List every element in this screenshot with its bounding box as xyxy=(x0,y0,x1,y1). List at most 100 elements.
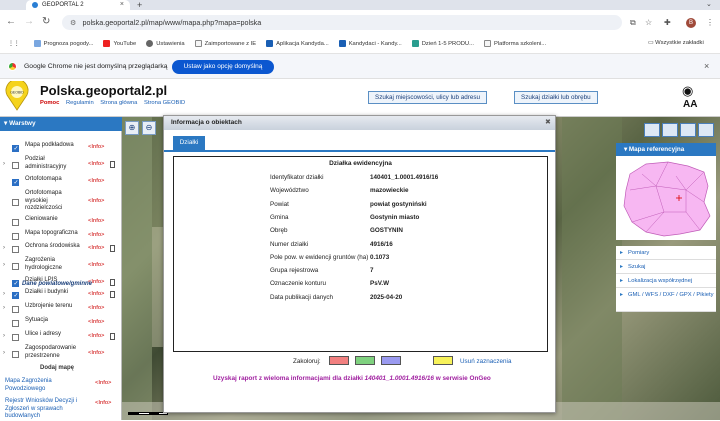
legend-doc-icon[interactable] xyxy=(110,245,115,252)
address-bar[interactable]: ⚙ polska.geoportal2.pl/map/www/mapa.php?… xyxy=(62,15,622,30)
back-icon[interactable]: ← xyxy=(6,16,16,27)
reference-map-header[interactable]: ▾ Mapa referencyjna xyxy=(616,143,716,156)
legend-doc-icon[interactable] xyxy=(110,279,115,286)
layer-checkbox[interactable] xyxy=(12,351,19,358)
tab-search-icon[interactable]: ⌄ xyxy=(706,0,712,8)
accordion-search[interactable]: Szukaj xyxy=(616,260,716,274)
info-link[interactable]: <Info> xyxy=(88,291,104,297)
install-app-icon[interactable]: ⧉ xyxy=(630,18,636,28)
info-link[interactable]: <Info> xyxy=(88,161,104,167)
bookmark-item[interactable]: Aplikacja Kandyda... xyxy=(266,40,329,47)
bookmark-star-icon[interactable]: ☆ xyxy=(645,18,652,27)
layer-row[interactable]: › Uzbrojenie terenu <Info> xyxy=(0,302,122,316)
accordion-measure[interactable]: Pomiary xyxy=(616,246,716,260)
close-icon[interactable]: ✖ xyxy=(545,118,551,126)
new-tab-icon[interactable]: + xyxy=(137,0,142,10)
browser-tab[interactable]: GEOPORTAL 2 × xyxy=(26,0,130,10)
close-tab-icon[interactable]: × xyxy=(120,1,124,8)
bookmark-item[interactable]: Zaimportowane z IE xyxy=(194,40,256,47)
zoom-out-button[interactable]: ⊖ xyxy=(142,121,156,135)
layer-row[interactable]: Mapa podkładowa <Info> xyxy=(0,141,122,155)
bookmark-item[interactable]: Prognoza pogody... xyxy=(33,40,93,47)
legend-doc-icon[interactable] xyxy=(110,291,115,298)
geobid-logo[interactable]: GEOBID xyxy=(4,81,30,111)
dialog-title[interactable]: Informacja o obiektach xyxy=(164,116,555,130)
set-default-button[interactable]: Ustaw jako opcję domyślną xyxy=(172,60,274,74)
expand-icon[interactable]: › xyxy=(3,291,5,297)
layer-row[interactable]: › Zagospodarowanie przestrzenne <Info> xyxy=(0,344,122,364)
accordion-gml[interactable]: GML / WFS / DXF / GPX / Pikiety xyxy=(616,288,716,312)
search-parcel-button[interactable]: Szukaj działki lub obrębu xyxy=(514,91,598,104)
layout-icon[interactable] xyxy=(644,123,660,137)
map-link-register[interactable]: Rejestr Wniosków Decyzji i Zgłoszeń w sp… xyxy=(5,398,85,421)
link-terms[interactable]: Regulamin xyxy=(66,100,94,106)
layer-row[interactable]: › Działki i budynki <Info> xyxy=(0,288,122,302)
legend-doc-icon[interactable] xyxy=(110,161,115,168)
info-link[interactable]: <Info> xyxy=(88,262,104,268)
layers-panel-header[interactable]: ▾ Warstwy xyxy=(0,117,122,131)
layer-row[interactable]: › Ochrona środowiska <Info> xyxy=(0,242,122,256)
split-view-icon[interactable] xyxy=(662,123,678,137)
bookmark-item[interactable]: Platforma szkoleni... xyxy=(483,40,546,47)
info-link[interactable]: <Info> xyxy=(95,380,111,386)
bookmark-item[interactable]: Ustawienia xyxy=(146,40,185,47)
forward-icon[interactable]: → xyxy=(24,16,34,27)
layer-checkbox[interactable] xyxy=(12,199,19,206)
layer-checkbox[interactable] xyxy=(12,280,19,287)
layer-checkbox[interactable] xyxy=(12,246,19,253)
all-bookmarks[interactable]: ▭ Wszystkie zakładki xyxy=(648,40,704,46)
bookmark-item[interactable]: Kandydaci - Kandy... xyxy=(338,40,402,47)
color-swatch-green[interactable] xyxy=(355,356,375,365)
layer-checkbox[interactable] xyxy=(12,292,19,299)
zoom-in-button[interactable]: ⊕ xyxy=(125,121,139,135)
tab-dzialki[interactable]: Działki xyxy=(173,136,205,150)
layer-checkbox[interactable] xyxy=(12,334,19,341)
color-swatch-yellow[interactable] xyxy=(433,356,453,365)
layer-checkbox[interactable] xyxy=(12,306,19,313)
info-link[interactable]: <Info> xyxy=(95,400,111,406)
layer-row[interactable]: Ortofotomapa <Info> xyxy=(0,175,122,189)
layer-row[interactable]: Mapa topograficzna <Info> xyxy=(0,229,122,242)
layer-row[interactable]: › Podział administracyjny <Info> xyxy=(0,155,122,175)
expand-icon[interactable]: › xyxy=(3,262,5,268)
expand-icon[interactable]: › xyxy=(3,350,5,356)
search-place-button[interactable]: Szukaj miejscowości, ulicy lub adresu xyxy=(368,91,487,104)
layer-checkbox[interactable] xyxy=(12,162,19,169)
layer-row[interactable]: › Zagrożenia hydrologiczne <Info> xyxy=(0,256,122,276)
accordion-coordinates[interactable]: Lokalizacja współrzędnej xyxy=(616,274,716,288)
info-link[interactable]: <Info> xyxy=(88,245,104,251)
link-geobid[interactable]: Strona GEOBID xyxy=(144,100,185,106)
link-help[interactable]: Pomoc xyxy=(40,100,59,106)
close-icon[interactable]: × xyxy=(704,61,709,71)
eye-icon[interactable]: ◉ xyxy=(682,83,693,99)
extensions-icon[interactable]: ✚ xyxy=(664,18,671,27)
color-swatch-blue[interactable] xyxy=(381,356,401,365)
map-link-flood[interactable]: Mapa Zagrożenia Powodziowego xyxy=(5,378,85,393)
expand-icon[interactable]: › xyxy=(3,245,5,251)
menu-icon[interactable]: ⋮ xyxy=(706,18,714,27)
legend-doc-icon[interactable] xyxy=(110,333,115,340)
layer-checkbox[interactable] xyxy=(12,145,19,152)
layer-checkbox[interactable] xyxy=(12,232,19,240)
layer-checkbox[interactable] xyxy=(12,263,19,270)
layer-checkbox[interactable] xyxy=(12,320,19,327)
layer-row[interactable]: › Ulice i adresy <Info> xyxy=(0,330,122,344)
font-size-toggle[interactable]: AA xyxy=(683,99,697,110)
info-link[interactable]: <Info> xyxy=(88,232,104,238)
color-swatch-red[interactable] xyxy=(329,356,349,365)
layer-checkbox[interactable] xyxy=(12,179,19,186)
info-link[interactable]: <Info> xyxy=(88,144,104,150)
layer-row[interactable]: Sytuacja <Info> xyxy=(0,316,122,330)
apps-icon[interactable]: ⋮⋮ xyxy=(8,41,20,47)
info-link[interactable]: <Info> xyxy=(88,198,104,204)
info-link[interactable]: <Info> xyxy=(88,350,104,356)
panel-toggle-icon[interactable] xyxy=(698,123,714,137)
export-icon[interactable] xyxy=(680,123,696,137)
expand-icon[interactable]: › xyxy=(3,161,5,167)
info-link[interactable]: <Info> xyxy=(88,218,104,224)
site-info-icon[interactable]: ⚙ xyxy=(70,18,76,27)
reload-icon[interactable]: ↻ xyxy=(42,16,50,27)
bookmark-item[interactable]: Dzień 1-5 PRODU... xyxy=(411,40,474,47)
layer-row[interactable]: Cieniowanie <Info> xyxy=(0,215,122,229)
bookmark-item[interactable]: YouTube xyxy=(103,40,136,47)
